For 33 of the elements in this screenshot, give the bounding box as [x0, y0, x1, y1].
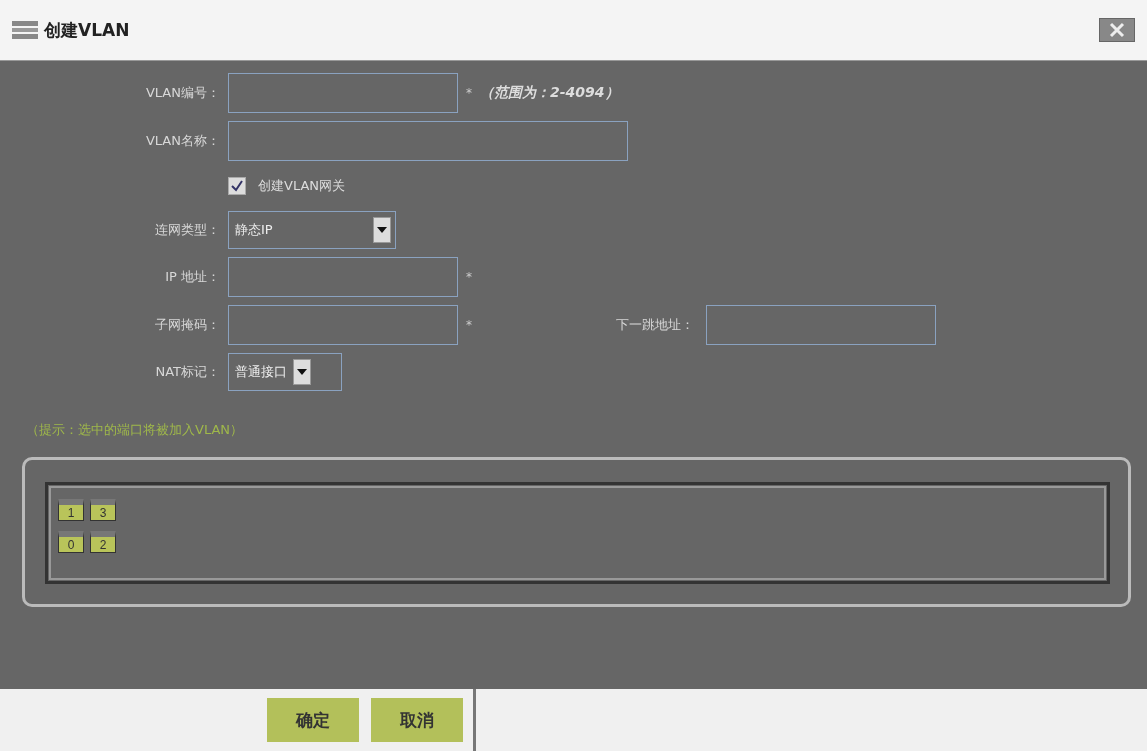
- input-field[interactable]: [228, 305, 458, 345]
- range-note: （范围为：2-4094）: [480, 84, 619, 102]
- field-label: NAT标记：: [154, 363, 221, 381]
- port-button[interactable]: 0: [58, 531, 84, 553]
- window-title: 创建VLAN: [44, 18, 131, 42]
- field-label: 连网类型：: [154, 221, 221, 239]
- connection-type-dropdown[interactable]: 静态IP: [228, 211, 396, 249]
- input-field[interactable]: [228, 73, 458, 113]
- window-icon: [12, 21, 38, 39]
- port-button[interactable]: 3: [90, 499, 116, 521]
- close-icon: [1109, 22, 1125, 38]
- port-button[interactable]: 2: [90, 531, 116, 553]
- field-label: 下一跳地址：: [616, 316, 695, 334]
- dialog-button[interactable]: 确定: [267, 698, 359, 742]
- checkbox-label: 创建VLAN网关: [258, 177, 346, 195]
- required-mark: *: [466, 86, 472, 100]
- required-mark: *: [466, 270, 472, 284]
- field-label: VLAN编号：: [144, 84, 221, 102]
- required-mark: *: [466, 318, 472, 332]
- dropdown-caret-icon[interactable]: [293, 359, 311, 385]
- field-label: IP 地址：: [164, 268, 221, 286]
- dropdown-caret-icon[interactable]: [373, 217, 391, 243]
- input-field[interactable]: [228, 257, 458, 297]
- field-label: 子网掩码：: [154, 316, 221, 334]
- close-button[interactable]: [1099, 18, 1135, 42]
- hint-text: （提示：选中的端口将被加入VLAN）: [26, 421, 245, 439]
- port-button[interactable]: 1: [58, 499, 84, 521]
- input-field[interactable]: [706, 305, 936, 345]
- input-field[interactable]: [228, 121, 628, 161]
- nat-mark-dropdown[interactable]: 普通接口: [228, 353, 342, 391]
- field-label: VLAN名称：: [144, 132, 221, 150]
- dialog-button[interactable]: 取消: [371, 698, 463, 742]
- checkbox[interactable]: [228, 177, 246, 195]
